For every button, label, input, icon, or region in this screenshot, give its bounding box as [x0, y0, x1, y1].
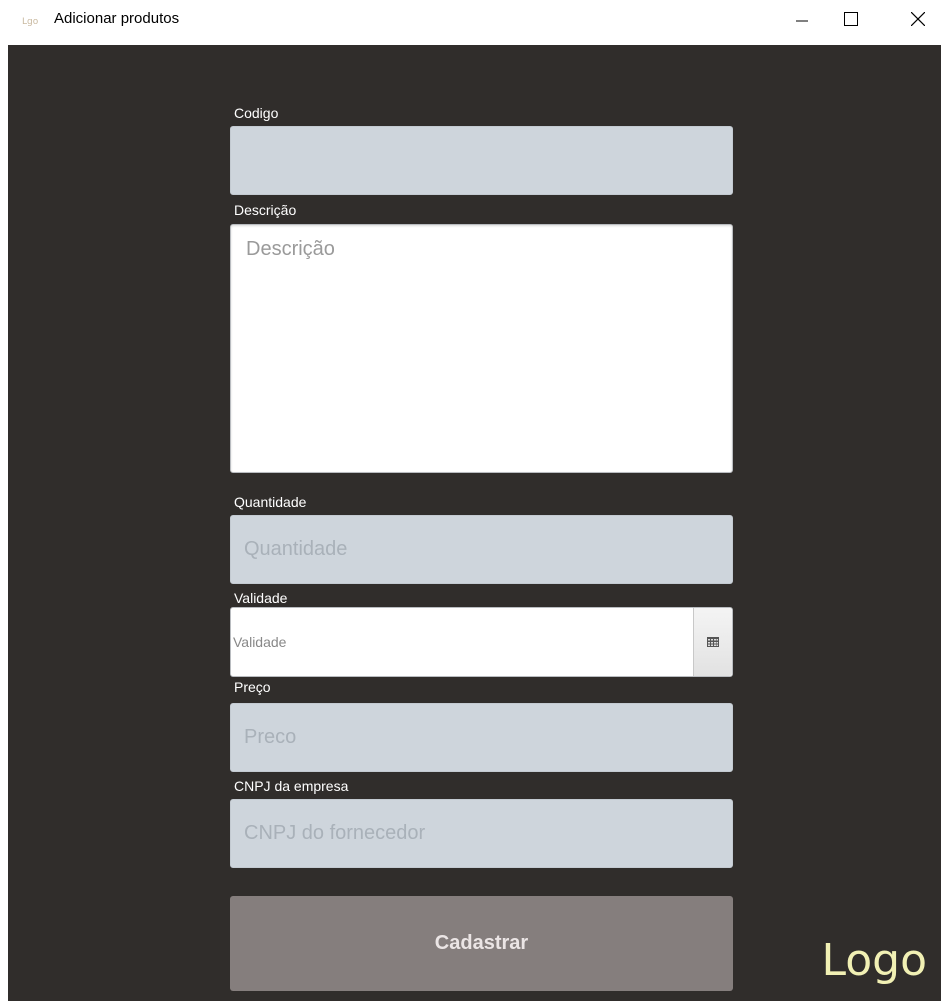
validade-placeholder: Validade [233, 634, 287, 650]
codigo-label: Codigo [234, 105, 279, 121]
title-bar: Lgo Adicionar produtos [0, 0, 941, 45]
minimize-button[interactable] [779, 0, 825, 38]
form-panel: Codigo Descrição Descrição Quantidade Qu… [8, 45, 941, 1001]
quantidade-label: Quantidade [234, 494, 307, 510]
close-icon [911, 12, 925, 26]
calendar-icon [707, 637, 719, 647]
close-button[interactable] [895, 0, 941, 38]
minimize-icon [796, 20, 808, 22]
preco-label: Preço [234, 679, 271, 695]
validade-datepicker[interactable]: Validade [230, 607, 733, 677]
codigo-input[interactable] [230, 126, 733, 195]
cnpj-input[interactable]: CNPJ do fornecedor [230, 799, 733, 868]
descricao-textarea[interactable]: Descrição [230, 224, 733, 473]
calendar-button[interactable] [693, 608, 732, 676]
logo: Logo [821, 935, 927, 986]
quantidade-placeholder: Quantidade [244, 538, 348, 560]
validade-label: Validade [234, 590, 288, 606]
preco-input[interactable]: Preco [230, 703, 733, 772]
maximize-icon [844, 12, 858, 26]
app-logo-icon: Lgo [22, 17, 39, 26]
descricao-label: Descrição [234, 202, 297, 218]
quantidade-input[interactable]: Quantidade [230, 515, 733, 584]
svg-text:Lgo: Lgo [22, 17, 39, 26]
cnpj-label: CNPJ da empresa [234, 778, 349, 794]
cadastrar-button[interactable]: Cadastrar [230, 896, 733, 991]
cnpj-placeholder: CNPJ do fornecedor [244, 822, 426, 844]
window-title: Adicionar produtos [54, 10, 180, 27]
preco-placeholder: Preco [244, 726, 297, 748]
maximize-button[interactable] [828, 0, 874, 38]
descricao-placeholder: Descrição [246, 238, 335, 260]
